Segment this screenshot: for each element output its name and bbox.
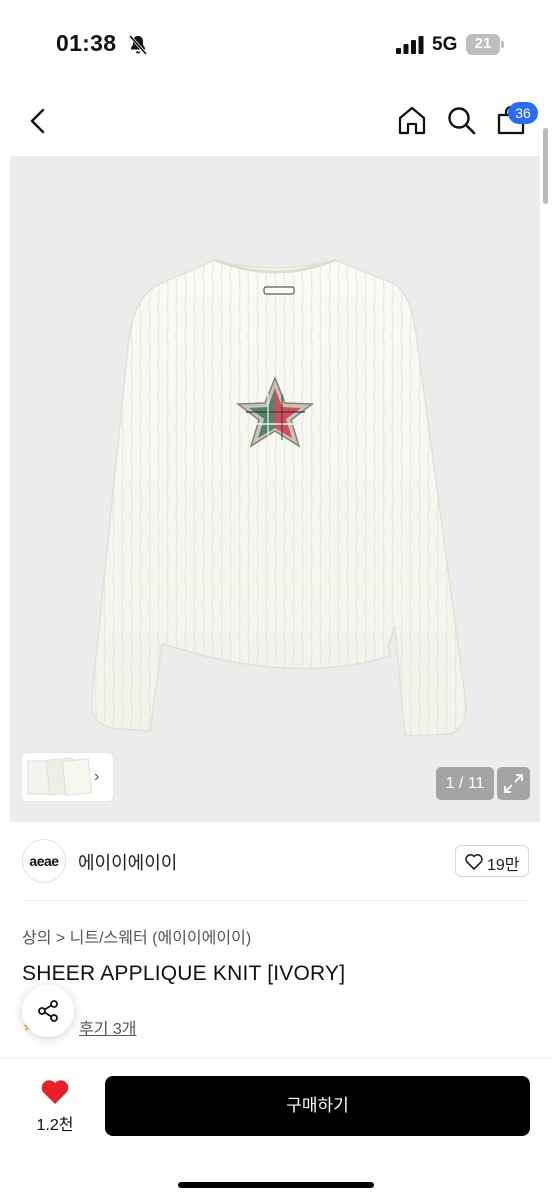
brand-like-count: 19만 — [487, 857, 520, 874]
divider — [22, 900, 530, 901]
battery-icon: 21 — [466, 34, 504, 55]
back-icon[interactable] — [24, 106, 54, 136]
status-time: 01:38 — [56, 30, 117, 56]
search-icon[interactable] — [445, 104, 477, 136]
status-bar: 01:38 5G 21 — [0, 0, 552, 90]
cart-count-badge: 36 — [508, 102, 538, 124]
breadcrumb[interactable]: 상의 > 니트/스웨터 (에이이에이이) — [22, 924, 251, 948]
brand-logo[interactable]: aeae — [22, 839, 66, 883]
signal-icon — [396, 36, 424, 54]
share-button[interactable] — [22, 985, 74, 1037]
image-page-counter: 1 / 11 — [436, 767, 494, 800]
heart-outline-icon — [465, 854, 483, 870]
bell-muted-icon — [128, 35, 148, 55]
share-icon — [38, 1000, 58, 1022]
thumbnail-image — [27, 757, 92, 796]
brand-name[interactable]: 에이이에이이 — [78, 849, 177, 875]
buy-button[interactable]: 구매하기 — [105, 1076, 530, 1136]
chevron-right-icon[interactable]: › — [94, 768, 99, 786]
product-image[interactable] — [10, 156, 540, 822]
battery-level: 21 — [474, 35, 492, 52]
network-label: 5G — [432, 34, 458, 55]
scrollbar[interactable] — [543, 128, 548, 204]
home-icon[interactable] — [396, 104, 428, 136]
product-title: SHEER APPLIQUE KNIT [IVORY] — [22, 962, 346, 985]
review-link[interactable]: 후기 3개 — [79, 1015, 137, 1039]
sweater-image — [90, 258, 467, 737]
brand-like-button[interactable]: 19만 — [455, 845, 529, 877]
heart-filled-icon[interactable] — [40, 1078, 70, 1106]
home-indicator[interactable] — [178, 1182, 374, 1188]
thumbnail-strip[interactable] — [22, 753, 113, 801]
expand-icon[interactable] — [497, 767, 530, 800]
wish-count: 1.2천 — [36, 1117, 74, 1134]
nav-bar — [0, 90, 552, 154]
